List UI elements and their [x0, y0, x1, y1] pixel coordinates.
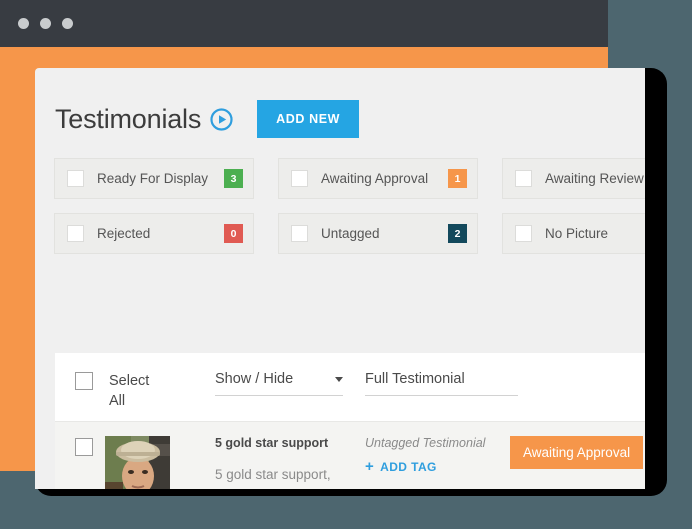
filter-awaiting-approval[interactable]: Awaiting Approval 1: [278, 158, 478, 199]
person-cell: David B 30th August, 2016 manually added: [55, 436, 215, 489]
minimize-dot-icon[interactable]: [40, 18, 51, 29]
testimonial-body: 5 gold star support, for sure! And 5 gol…: [215, 467, 331, 482]
tag-status-label: Untagged Testimonial: [365, 436, 486, 450]
table-row: David B 30th August, 2016 manually added…: [55, 421, 645, 489]
maximize-dot-icon[interactable]: [62, 18, 73, 29]
person-info: David B 30th August, 2016 manually added: [105, 436, 210, 489]
filter-no-picture[interactable]: No Picture: [502, 213, 645, 254]
testimonial-title: 5 gold star support: [215, 436, 329, 450]
select-all-checkbox[interactable]: [75, 372, 93, 390]
full-testimonial-column: Full Testimonial: [365, 371, 540, 396]
full-testimonial-dropdown[interactable]: Full Testimonial: [365, 371, 518, 396]
testimonials-app-card: Testimonials ADD NEW Ready For Display 3…: [35, 68, 645, 489]
add-new-button[interactable]: ADD NEW: [257, 100, 360, 138]
play-circle-icon[interactable]: [210, 107, 233, 131]
show-hide-dropdown[interactable]: Show / Hide: [215, 371, 343, 396]
window-control-dots: [18, 18, 73, 29]
select-all-label: Select All: [109, 373, 150, 409]
filter-label: No Picture: [545, 226, 609, 241]
filter-rejected[interactable]: Rejected 0: [54, 213, 254, 254]
row-select-checkbox[interactable]: [75, 438, 93, 456]
filter-count-badge: 0: [224, 224, 243, 243]
testimonial-cell: 5 gold star support 5 gold star support,…: [215, 436, 365, 489]
filter-ready-for-display[interactable]: Ready For Display 3: [54, 158, 254, 199]
browser-title-bar: [0, 0, 608, 47]
filter-label: Rejected: [97, 226, 151, 241]
app-header: Testimonials ADD NEW: [35, 68, 645, 142]
show-hide-column: Show / Hide: [215, 371, 365, 396]
filter-awaiting-review[interactable]: Awaiting Review: [502, 158, 645, 199]
testimonials-table: Select All Show / Hide Full Testimonial: [55, 353, 645, 489]
filter-checkbox[interactable]: [67, 170, 84, 187]
filter-checkbox[interactable]: [67, 225, 84, 242]
filter-label: Awaiting Review: [545, 171, 644, 186]
status-badge[interactable]: Awaiting Approval: [510, 436, 644, 469]
filter-label: Awaiting Approval: [321, 171, 429, 186]
filter-count-badge: 2: [448, 224, 467, 243]
table-header-row: Select All Show / Hide Full Testimonial: [55, 353, 645, 421]
filter-checkbox[interactable]: [291, 225, 308, 242]
filter-grid: Ready For Display 3 Awaiting Approval 1 …: [35, 142, 645, 254]
tag-cell: Untagged Testimonial + ADD TAG: [365, 436, 510, 489]
select-all-column: Select All: [55, 371, 215, 411]
filter-checkbox[interactable]: [515, 225, 532, 242]
filter-untagged[interactable]: Untagged 2: [278, 213, 478, 254]
page-title: Testimonials: [55, 103, 202, 134]
filter-checkbox[interactable]: [515, 170, 532, 187]
filter-label: Ready For Display: [97, 171, 209, 186]
filter-count-badge: 1: [448, 169, 467, 188]
filter-checkbox[interactable]: [291, 170, 308, 187]
chevron-down-icon: [335, 376, 343, 382]
show-hide-label: Show / Hide: [215, 371, 294, 387]
status-cell: Awaiting Approval: [510, 436, 645, 489]
add-tag-label: ADD TAG: [380, 459, 437, 474]
full-testimonial-label: Full Testimonial: [365, 371, 465, 387]
filter-label: Untagged: [321, 226, 380, 241]
filter-count-badge: 3: [224, 169, 243, 188]
add-tag-button[interactable]: + ADD TAG: [365, 459, 510, 474]
close-dot-icon[interactable]: [18, 18, 29, 29]
plus-icon: +: [365, 458, 375, 475]
avatar: [105, 436, 170, 489]
